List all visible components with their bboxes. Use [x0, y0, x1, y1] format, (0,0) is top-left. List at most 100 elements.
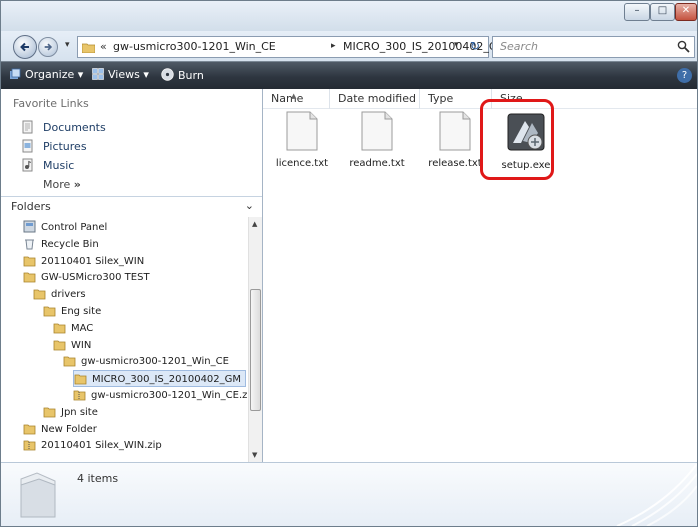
tree-item-selected[interactable]: MICRO_300_IS_20100402_GM [73, 370, 247, 388]
breadcrumb-parent[interactable]: gw-usmicro300-1201_Win_CE [113, 40, 276, 53]
organize-icon [10, 68, 21, 79]
text-file-icon [439, 111, 471, 151]
tree-item[interactable]: Jpn site [43, 404, 98, 421]
tree-item[interactable]: gw-usmicro300-1201_Win_CE [63, 353, 229, 370]
tree-item-label: Recycle Bin [41, 238, 99, 250]
folder-icon [82, 43, 95, 53]
back-button[interactable] [13, 35, 37, 59]
explorer-window: – □ ✕ ▾ « gw-usmicro300-1201_Win_CE ▸ MI… [0, 0, 698, 527]
breadcrumb-separator[interactable]: ▸ [331, 41, 336, 51]
more-label: More [43, 178, 71, 191]
favorite-pictures[interactable]: Pictures [21, 139, 87, 153]
search-input[interactable]: Search [492, 36, 695, 58]
tree-item[interactable]: 20110401 Silex_WIN [23, 253, 144, 270]
minimize-icon: – [634, 5, 640, 16]
address-bar[interactable]: « gw-usmicro300-1201_Win_CE ▸ MICRO_300_… [77, 36, 507, 58]
favorite-music[interactable]: Music [21, 158, 74, 172]
folder-icon [53, 323, 66, 334]
sort-ascending-icon: ▲ [291, 92, 297, 100]
tree-item[interactable]: GW-USMicro300 TEST [23, 269, 150, 286]
pictures-icon [22, 139, 33, 153]
tree-item-label: WIN [71, 339, 92, 351]
chevron-down-icon[interactable]: ⌄ [245, 199, 254, 212]
views-button[interactable]: Views ▾ [92, 68, 149, 81]
address-dropdown-button[interactable]: ▾ [454, 40, 459, 50]
folder-icon [23, 256, 36, 266]
tree-item-label: GW-USMicro300 TEST [41, 272, 150, 284]
minimize-button[interactable]: – [624, 3, 650, 21]
tree-item[interactable]: Recycle Bin [23, 236, 99, 253]
tree-item-label: drivers [51, 289, 86, 301]
tree-scrollbar[interactable]: ▲ ▼ [248, 217, 262, 462]
address-overflow-chevron[interactable]: « [100, 40, 107, 53]
column-date-modified[interactable]: Date modified [330, 89, 420, 109]
more-chevron-icon: » [73, 178, 81, 191]
title-bar[interactable]: – □ ✕ [1, 1, 697, 31]
folder-icon [63, 356, 76, 367]
scrollbar-thumb[interactable] [250, 289, 261, 411]
zip-folder-icon [23, 440, 36, 451]
documents-icon [22, 120, 33, 134]
tree-item[interactable]: Eng site [43, 303, 101, 320]
back-arrow-icon [20, 42, 29, 52]
tree-item[interactable]: WIN [53, 337, 91, 354]
tree-item-label: gw-usmicro300-1201_Win_CE [81, 356, 229, 368]
help-button[interactable]: ? [677, 68, 692, 83]
tree-item-label: MICRO_300_IS_20100402_GM [92, 374, 242, 386]
forward-arrow-icon [44, 43, 53, 51]
folder-icon [74, 374, 87, 385]
item-count: 4 items [77, 472, 119, 485]
recent-pages-dropdown[interactable]: ▾ [65, 40, 70, 50]
file-list-pane: Name ▲ Date modified Type Size licence.tx… [263, 89, 697, 462]
zip-folder-icon [73, 390, 86, 401]
folders-label: Folders [11, 200, 51, 213]
column-name[interactable]: Name ▲ [263, 89, 330, 109]
tree-item[interactable]: Control Panel [23, 219, 107, 236]
forward-button[interactable] [38, 37, 58, 57]
folder-icon [23, 272, 36, 283]
folder-icon [43, 306, 56, 317]
more-favorites-link[interactable]: More » [43, 178, 81, 191]
burn-button[interactable]: Burn [161, 68, 204, 82]
refresh-button[interactable]: ↻ [470, 39, 488, 53]
file-name: readme.txt [349, 158, 405, 169]
close-button[interactable]: ✕ [675, 3, 697, 21]
tree-item-label: Eng site [61, 306, 102, 317]
tree-item[interactable]: 20110401 Silex_WIN.zip [23, 437, 162, 454]
search-placeholder: Search [500, 40, 539, 53]
folder-icon [43, 407, 56, 418]
maximize-button[interactable]: □ [650, 3, 675, 21]
tree-item[interactable]: New Folder [23, 421, 97, 438]
disc-icon [161, 68, 174, 81]
tree-item-label: gw-usmicro300-1201_Win_CE.zip [91, 390, 251, 401]
column-name-label: Name [271, 92, 304, 105]
tree-item[interactable]: gw-usmicro300-1201_Win_CE.zip [73, 387, 251, 404]
navigation-row: ▾ « gw-usmicro300-1201_Win_CE ▸ MICRO_30… [1, 31, 697, 61]
favorite-documents[interactable]: Documents [21, 120, 106, 134]
search-icon[interactable] [677, 40, 690, 53]
tree-item-label: 20110401 Silex_WIN [41, 255, 145, 267]
control-panel-icon [23, 220, 36, 233]
organize-button[interactable]: Organize ▾ [9, 68, 83, 81]
annotation-highlight-ring [480, 99, 554, 180]
tree-item-label: Jpn site [61, 406, 98, 418]
decorative-swoosh [616, 464, 697, 526]
folder-large-icon [20, 472, 56, 518]
navigation-pane: Favorite Links Documents Pictures Music … [1, 89, 263, 462]
favorite-label: Music [43, 159, 75, 172]
folder-icon [53, 340, 66, 350]
tree-item-label: MAC [71, 322, 94, 334]
file-item[interactable]: licence.txt [266, 111, 338, 169]
tree-item-label: 20110401 Silex_WIN.zip [41, 440, 162, 452]
tree-item[interactable]: drivers [33, 286, 86, 303]
tree-item-label: New Folder [41, 423, 97, 435]
scroll-up-icon[interactable]: ▲ [252, 220, 257, 228]
details-pane: 4 items [1, 462, 697, 526]
burn-label: Burn [178, 69, 204, 82]
favorite-label: Documents [43, 121, 106, 134]
tree-item[interactable]: MAC [53, 320, 93, 337]
scroll-down-icon[interactable]: ▼ [252, 451, 257, 459]
file-item[interactable]: readme.txt [341, 111, 413, 169]
favorite-links-header: Favorite Links [13, 97, 89, 110]
folders-header[interactable]: Folders ⌄ [1, 196, 262, 216]
